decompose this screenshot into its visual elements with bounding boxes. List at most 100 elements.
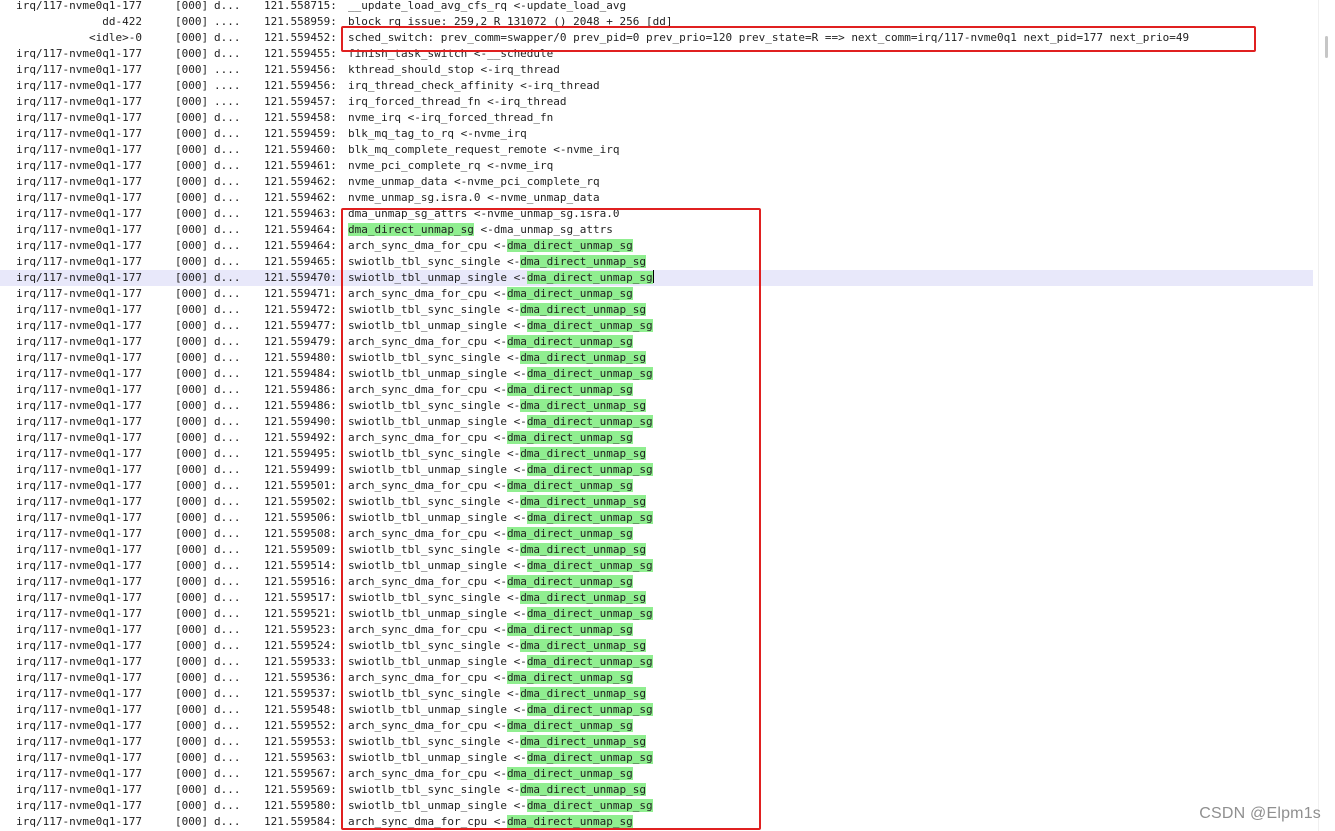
trace-line[interactable]: irq/117-nvme0q1-177 [000] d... 121.559465: s…: [0, 254, 1313, 270]
task-pid: irq/117-nvme0q1-177: [16, 463, 142, 476]
function-text: blk_mq_complete_request_remote <-nvme_ir…: [348, 143, 620, 156]
search-highlight: dma_direct_unmap_sg: [506, 815, 633, 828]
trace-line[interactable]: irq/117-nvme0q1-177 [000] d... 121.559521: s…: [0, 606, 1313, 622]
task-pid: irq/117-nvme0q1-177: [16, 47, 142, 60]
function-call: swiotlb_tbl_sync_single <-dma_direct_unm…: [348, 302, 647, 318]
trace-line[interactable]: irq/117-nvme0q1-177 [000] d... 121.559536: a…: [0, 670, 1313, 686]
trace-line[interactable]: irq/117-nvme0q1-177 [000] d... 121.559492: a…: [0, 430, 1313, 446]
trace-line[interactable]: irq/117-nvme0q1-177 [000] d... 121.559464: d…: [0, 222, 1313, 238]
task-pid: irq/117-nvme0q1-177: [16, 703, 142, 716]
search-highlight: dma_direct_unmap_sg: [526, 559, 653, 572]
trace-line[interactable]: irq/117-nvme0q1-177 [000] d... 121.559501: a…: [0, 478, 1313, 494]
timestamp: 121.559452:: [264, 31, 337, 44]
trace-line[interactable]: irq/117-nvme0q1-177 [000] d... 121.559486: a…: [0, 382, 1313, 398]
function-text: irq_forced_thread_fn <-irq_thread: [348, 95, 567, 108]
irq-flags: d...: [214, 655, 241, 668]
trace-line[interactable]: irq/117-nvme0q1-177 [000] d... 121.559533: s…: [0, 654, 1313, 670]
trace-line[interactable]: irq/117-nvme0q1-177 [000] d... 121.558715: _…: [0, 0, 1313, 14]
trace-line[interactable]: irq/117-nvme0q1-177 [000] d... 121.559484: s…: [0, 366, 1313, 382]
function-text-rest: <-dma_unmap_sg_attrs: [473, 223, 613, 236]
trace-line[interactable]: irq/117-nvme0q1-177 [000] d... 121.559580: s…: [0, 798, 1313, 814]
trace-line[interactable]: irq/117-nvme0q1-177 [000] d... 121.559502: s…: [0, 494, 1313, 510]
trace-line[interactable]: irq/117-nvme0q1-177 [000] d... 121.559495: s…: [0, 446, 1313, 462]
trace-line[interactable]: irq/117-nvme0q1-177 [000] d... 121.559460: b…: [0, 142, 1313, 158]
function-call: swiotlb_tbl_unmap_single <-dma_direct_un…: [348, 318, 653, 334]
trace-line[interactable]: irq/117-nvme0q1-177 [000] d... 121.559464: a…: [0, 238, 1313, 254]
trace-line[interactable]: irq/117-nvme0q1-177 [000] d... 121.559458: n…: [0, 110, 1313, 126]
cpu-id: [000]: [175, 287, 209, 300]
trace-line[interactable]: <idle>-0 [000] d... 121.559452: sched_switch…: [0, 30, 1313, 46]
function-call: swiotlb_tbl_sync_single <-dma_direct_unm…: [348, 398, 647, 414]
trace-line[interactable]: irq/117-nvme0q1-177 [000] d... 121.559462: n…: [0, 190, 1313, 206]
irq-flags: ....: [214, 63, 241, 76]
function-text: swiotlb_tbl_sync_single <-: [348, 639, 521, 652]
trace-line[interactable]: irq/117-nvme0q1-177 [000] d... 121.559548: s…: [0, 702, 1313, 718]
function-text: arch_sync_dma_for_cpu <-: [348, 575, 507, 588]
search-highlight: dma_direct_unmap_sg: [520, 735, 647, 748]
trace-line[interactable]: irq/117-nvme0q1-177 [000] d... 121.559517: s…: [0, 590, 1313, 606]
function-text: arch_sync_dma_for_cpu <-: [348, 623, 507, 636]
trace-line[interactable]: irq/117-nvme0q1-177 [000].... 121.559456: i…: [0, 78, 1313, 94]
search-highlight: dma_direct_unmap_sg: [526, 415, 653, 428]
function-text: arch_sync_dma_for_cpu <-: [348, 287, 507, 300]
trace-line[interactable]: dd-422 [000].... 121.558959: block_rq_issue…: [0, 14, 1313, 30]
trace-line[interactable]: irq/117-nvme0q1-177 [000] d... 121.559567: a…: [0, 766, 1313, 782]
trace-line[interactable]: irq/117-nvme0q1-177 [000].... 121.559456: k…: [0, 62, 1313, 78]
trace-line[interactable]: irq/117-nvme0q1-177 [000] d... 121.559563: s…: [0, 750, 1313, 766]
function-text: swiotlb_tbl_sync_single <-: [348, 303, 521, 316]
task-pid: irq/117-nvme0q1-177: [16, 143, 142, 156]
trace-line[interactable]: irq/117-nvme0q1-177 [000] d... 121.559516: a…: [0, 574, 1313, 590]
trace-line[interactable]: irq/117-nvme0q1-177 [000] d... 121.559455: f…: [0, 46, 1313, 62]
irq-flags: d...: [214, 47, 241, 60]
trace-line[interactable]: irq/117-nvme0q1-177 [000] d... 121.559524: s…: [0, 638, 1313, 654]
search-highlight: dma_direct_unmap_sg: [520, 351, 647, 364]
cpu-id: [000]: [175, 319, 209, 332]
task-pid: irq/117-nvme0q1-177: [16, 495, 142, 508]
task-pid: irq/117-nvme0q1-177: [16, 351, 142, 364]
trace-line[interactable]: irq/117-nvme0q1-177 [000] d... 121.559506: s…: [0, 510, 1313, 526]
trace-line[interactable]: irq/117-nvme0q1-177 [000] d... 121.559480: s…: [0, 350, 1313, 366]
irq-flags: ....: [214, 15, 241, 28]
trace-line[interactable]: irq/117-nvme0q1-177 [000] d... 121.559490: s…: [0, 414, 1313, 430]
cpu-id: [000]: [175, 79, 209, 92]
trace-line[interactable]: irq/117-nvme0q1-177 [000] d... 121.559472: s…: [0, 302, 1313, 318]
trace-line[interactable]: irq/117-nvme0q1-177 [000] d... 121.559552: a…: [0, 718, 1313, 734]
search-highlight: dma_direct_unmap_sg: [520, 399, 647, 412]
trace-line[interactable]: irq/117-nvme0q1-177 [000] d... 121.559508: a…: [0, 526, 1313, 542]
timestamp: 121.559501:: [264, 479, 337, 492]
timestamp: 121.559458:: [264, 111, 337, 124]
trace-line[interactable]: irq/117-nvme0q1-177 [000] d... 121.559584: a…: [0, 814, 1313, 830]
function-call: swiotlb_tbl_unmap_single <-dma_direct_un…: [348, 558, 653, 574]
irq-flags: d...: [214, 415, 241, 428]
trace-line[interactable]: irq/117-nvme0q1-177 [000] d... 121.559486: s…: [0, 398, 1313, 414]
search-highlight: dma_direct_unmap_sg: [520, 447, 647, 460]
trace-line[interactable]: irq/117-nvme0q1-177 [000] d... 121.559537: s…: [0, 686, 1313, 702]
trace-line[interactable]: irq/117-nvme0q1-177 [000] d... 121.559499: s…: [0, 462, 1313, 478]
task-pid: irq/117-nvme0q1-177: [16, 671, 142, 684]
trace-line[interactable]: irq/117-nvme0q1-177 [000] d... 121.559477: s…: [0, 318, 1313, 334]
function-call: dma_direct_unmap_sg <-dma_unmap_sg_attrs: [348, 222, 613, 238]
trace-line[interactable]: irq/117-nvme0q1-177 [000] d... 121.559514: s…: [0, 558, 1313, 574]
trace-line[interactable]: irq/117-nvme0q1-177 [000] d... 121.559463: d…: [0, 206, 1313, 222]
trace-line[interactable]: irq/117-nvme0q1-177 [000] d... 121.559461: n…: [0, 158, 1313, 174]
trace-line[interactable]: irq/117-nvme0q1-177 [000] d... 121.559462: n…: [0, 174, 1313, 190]
trace-line[interactable]: irq/117-nvme0q1-177 [000] d... 121.559569: s…: [0, 782, 1313, 798]
function-text: nvme_unmap_data <-nvme_pci_complete_rq: [348, 175, 600, 188]
irq-flags: ....: [214, 95, 241, 108]
trace-line[interactable]: irq/117-nvme0q1-177 [000] d... 121.559459: b…: [0, 126, 1313, 142]
trace-line[interactable]: irq/117-nvme0q1-177 [000] d... 121.559509: s…: [0, 542, 1313, 558]
timestamp: 121.559455:: [264, 47, 337, 60]
trace-line-selected[interactable]: irq/117-nvme0q1-177 [000] d... 121.559470: s…: [0, 270, 1313, 286]
scrollbar-thumb[interactable]: [1325, 36, 1328, 58]
trace-log-viewer[interactable]: irq/117-nvme0q1-177 [000] d... 121.558715: _…: [0, 0, 1335, 831]
search-highlight: dma_direct_unmap_sg: [526, 703, 653, 716]
trace-line[interactable]: irq/117-nvme0q1-177 [000] d... 121.559523: a…: [0, 622, 1313, 638]
task-pid: irq/117-nvme0q1-177: [16, 95, 142, 108]
trace-line[interactable]: irq/117-nvme0q1-177 [000] d... 121.559471: a…: [0, 286, 1313, 302]
trace-line[interactable]: irq/117-nvme0q1-177 [000] d... 121.559553: s…: [0, 734, 1313, 750]
vertical-scrollbar[interactable]: [1318, 0, 1335, 831]
trace-line[interactable]: irq/117-nvme0q1-177 [000] d... 121.559479: a…: [0, 334, 1313, 350]
task-pid: irq/117-nvme0q1-177: [16, 591, 142, 604]
timestamp: 121.559523:: [264, 623, 337, 636]
trace-line[interactable]: irq/117-nvme0q1-177 [000].... 121.559457: i…: [0, 94, 1313, 110]
